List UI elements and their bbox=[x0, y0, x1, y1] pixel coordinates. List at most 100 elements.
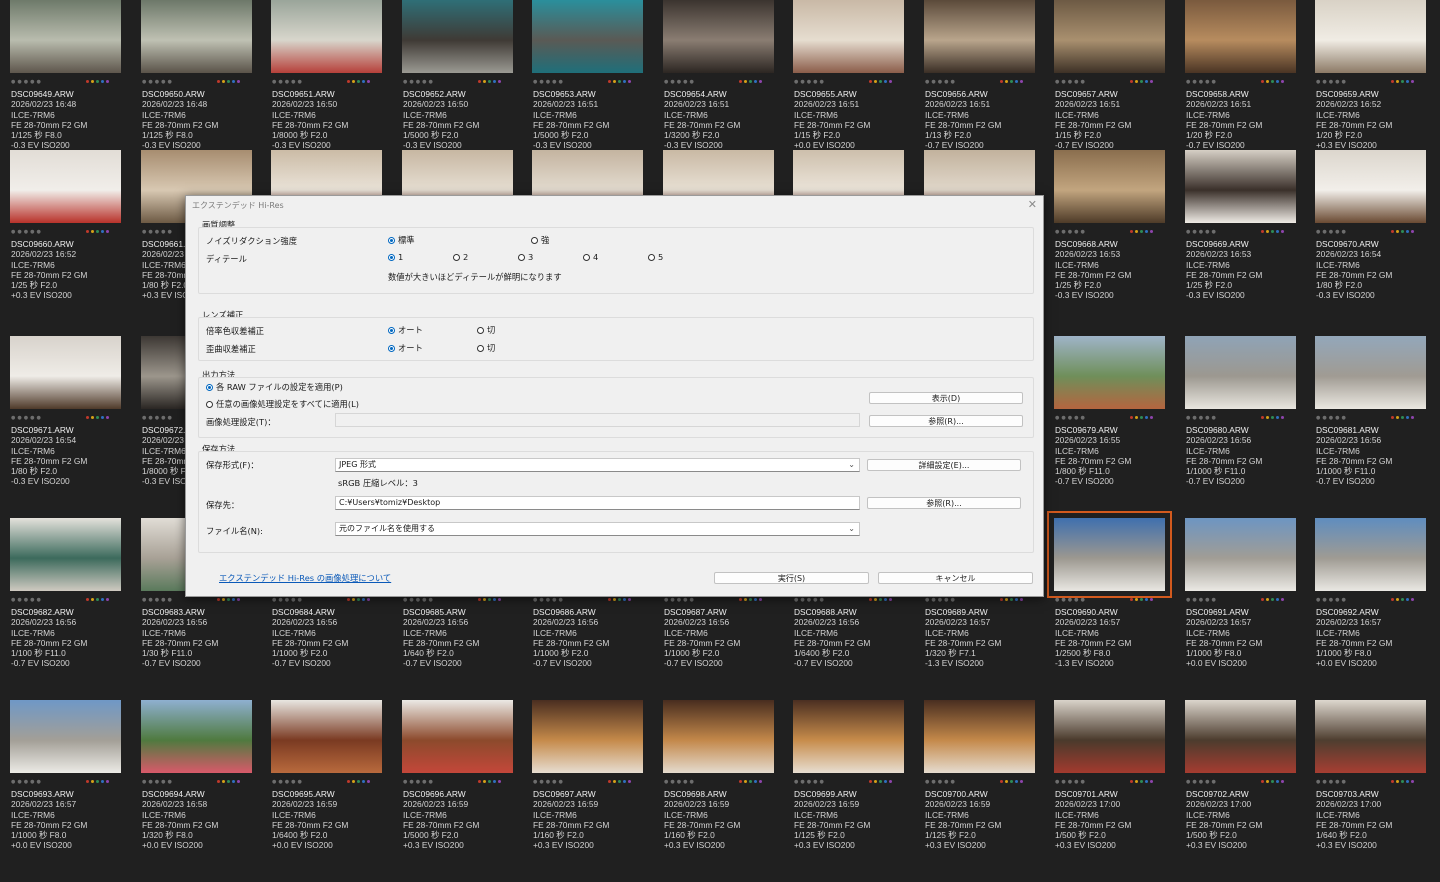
rating-stars-icon[interactable]: ●●●●● bbox=[142, 229, 174, 235]
color-label-icon[interactable] bbox=[1150, 80, 1153, 83]
show-button[interactable]: 表示(D) bbox=[869, 392, 1023, 404]
distortion-off-radio[interactable]: 切 bbox=[477, 342, 495, 354]
color-label-icon[interactable] bbox=[884, 780, 887, 783]
photo-thumbnail[interactable] bbox=[1185, 0, 1296, 73]
color-label-icon[interactable] bbox=[217, 598, 220, 601]
color-label-icon[interactable] bbox=[1271, 780, 1274, 783]
thumbnail-cell[interactable]: ●●●●● DSC09701.ARW 2026/02/23 17:00 ILCE-7R… bbox=[1044, 700, 1174, 882]
color-label-icon[interactable] bbox=[628, 80, 631, 83]
color-label-icon[interactable] bbox=[1401, 598, 1404, 601]
color-label-icon[interactable] bbox=[237, 598, 240, 601]
chromatic-auto-radio[interactable]: オート bbox=[388, 324, 423, 336]
color-label-icon[interactable] bbox=[1391, 598, 1394, 601]
color-label-icon[interactable] bbox=[101, 80, 104, 83]
color-label-dots[interactable] bbox=[86, 230, 122, 234]
output-all-radio[interactable]: 任意の画像処理設定をすべてに適用(L) bbox=[206, 398, 359, 410]
color-label-icon[interactable] bbox=[217, 80, 220, 83]
rating-stars-icon[interactable]: ●●●●● bbox=[142, 79, 174, 85]
color-label-icon[interactable] bbox=[1396, 598, 1399, 601]
photo-thumbnail[interactable] bbox=[1185, 518, 1296, 591]
photo-thumbnail[interactable] bbox=[663, 0, 774, 73]
thumbnail-cell[interactable]: ●●●●● DSC09697.ARW 2026/02/23 16:59 ILCE-7R… bbox=[522, 700, 652, 882]
rating-stars-icon[interactable]: ●●●●● bbox=[1186, 79, 1218, 85]
color-label-icon[interactable] bbox=[1281, 80, 1284, 83]
color-label-icon[interactable] bbox=[1150, 230, 1153, 233]
color-label-icon[interactable] bbox=[352, 780, 355, 783]
color-label-icon[interactable] bbox=[367, 780, 370, 783]
color-label-icon[interactable] bbox=[1140, 230, 1143, 233]
color-label-icon[interactable] bbox=[1401, 80, 1404, 83]
photo-thumbnail[interactable] bbox=[1054, 700, 1165, 773]
color-label-icon[interactable] bbox=[879, 780, 882, 783]
color-label-icon[interactable] bbox=[1391, 80, 1394, 83]
thumbnail-cell[interactable]: ●●●●● DSC09700.ARW 2026/02/23 16:59 ILCE-7R… bbox=[914, 700, 1044, 882]
rating-stars-icon[interactable]: ●●●●● bbox=[664, 597, 696, 603]
rating-stars-icon[interactable]: ●●●●● bbox=[272, 79, 304, 85]
photo-thumbnail[interactable] bbox=[10, 700, 121, 773]
color-label-icon[interactable] bbox=[759, 780, 762, 783]
photo-thumbnail[interactable] bbox=[402, 0, 513, 73]
detail-radio-4[interactable]: 4 bbox=[583, 252, 598, 262]
photo-thumbnail[interactable] bbox=[924, 0, 1035, 73]
color-label-dots[interactable] bbox=[869, 598, 905, 602]
thumbnail-cell[interactable]: ●●●●● DSC09690.ARW 2026/02/23 16:57 ILCE-7R… bbox=[1044, 511, 1174, 700]
color-label-dots[interactable] bbox=[478, 780, 514, 784]
color-label-icon[interactable] bbox=[879, 80, 882, 83]
color-label-icon[interactable] bbox=[362, 780, 365, 783]
color-label-icon[interactable] bbox=[1005, 780, 1008, 783]
rating-stars-icon[interactable]: ●●●●● bbox=[1186, 597, 1218, 603]
color-label-icon[interactable] bbox=[106, 80, 109, 83]
color-label-icon[interactable] bbox=[1145, 80, 1148, 83]
rating-stars-icon[interactable]: ●●●●● bbox=[272, 597, 304, 603]
color-label-dots[interactable] bbox=[1391, 598, 1427, 602]
color-label-dots[interactable] bbox=[1130, 780, 1166, 784]
color-label-icon[interactable] bbox=[227, 598, 230, 601]
color-label-dots[interactable] bbox=[1261, 780, 1297, 784]
rating-stars-icon[interactable]: ●●●●● bbox=[1186, 415, 1218, 421]
color-label-icon[interactable] bbox=[1135, 598, 1138, 601]
color-label-dots[interactable] bbox=[86, 598, 122, 602]
noise-strong-radio[interactable]: 強 bbox=[531, 234, 549, 246]
color-label-icon[interactable] bbox=[1135, 80, 1138, 83]
color-label-icon[interactable] bbox=[754, 80, 757, 83]
color-label-icon[interactable] bbox=[86, 780, 89, 783]
thumbnail-cell[interactable]: ●●●●● DSC09696.ARW 2026/02/23 16:59 ILCE-7R… bbox=[392, 700, 522, 882]
color-label-icon[interactable] bbox=[86, 416, 89, 419]
color-label-icon[interactable] bbox=[1411, 80, 1414, 83]
color-label-icon[interactable] bbox=[1130, 230, 1133, 233]
color-label-icon[interactable] bbox=[1276, 416, 1279, 419]
thumbnail-cell[interactable]: ●●●●● DSC09695.ARW 2026/02/23 16:59 ILCE-7R… bbox=[261, 700, 391, 882]
rating-stars-icon[interactable]: ●●●●● bbox=[1316, 79, 1348, 85]
color-label-icon[interactable] bbox=[1411, 416, 1414, 419]
color-label-icon[interactable] bbox=[222, 598, 225, 601]
color-label-icon[interactable] bbox=[1271, 416, 1274, 419]
color-label-icon[interactable] bbox=[759, 80, 762, 83]
color-label-icon[interactable] bbox=[618, 80, 621, 83]
color-label-icon[interactable] bbox=[493, 780, 496, 783]
color-label-dots[interactable] bbox=[608, 780, 644, 784]
color-label-icon[interactable] bbox=[101, 230, 104, 233]
color-label-icon[interactable] bbox=[1000, 780, 1003, 783]
color-label-icon[interactable] bbox=[1010, 80, 1013, 83]
color-label-icon[interactable] bbox=[1411, 598, 1414, 601]
color-label-icon[interactable] bbox=[1261, 416, 1264, 419]
color-label-dots[interactable] bbox=[86, 780, 122, 784]
color-label-icon[interactable] bbox=[106, 416, 109, 419]
color-label-icon[interactable] bbox=[1261, 80, 1264, 83]
color-label-icon[interactable] bbox=[106, 598, 109, 601]
thumbnail-cell[interactable]: ●●●●● DSC09703.ARW 2026/02/23 17:00 ILCE-7R… bbox=[1305, 700, 1435, 882]
rating-stars-icon[interactable]: ●●●●● bbox=[1055, 597, 1087, 603]
rating-stars-icon[interactable]: ●●●●● bbox=[11, 415, 43, 421]
color-label-icon[interactable] bbox=[1130, 780, 1133, 783]
photo-thumbnail[interactable] bbox=[1054, 336, 1165, 409]
color-label-icon[interactable] bbox=[884, 80, 887, 83]
color-label-icon[interactable] bbox=[618, 598, 621, 601]
color-label-dots[interactable] bbox=[1130, 598, 1166, 602]
color-label-icon[interactable] bbox=[483, 780, 486, 783]
photo-thumbnail[interactable] bbox=[271, 0, 382, 73]
detail-radio-5[interactable]: 5 bbox=[648, 252, 663, 262]
color-label-icon[interactable] bbox=[613, 780, 616, 783]
color-label-icon[interactable] bbox=[874, 598, 877, 601]
color-label-icon[interactable] bbox=[352, 80, 355, 83]
color-label-icon[interactable] bbox=[106, 780, 109, 783]
